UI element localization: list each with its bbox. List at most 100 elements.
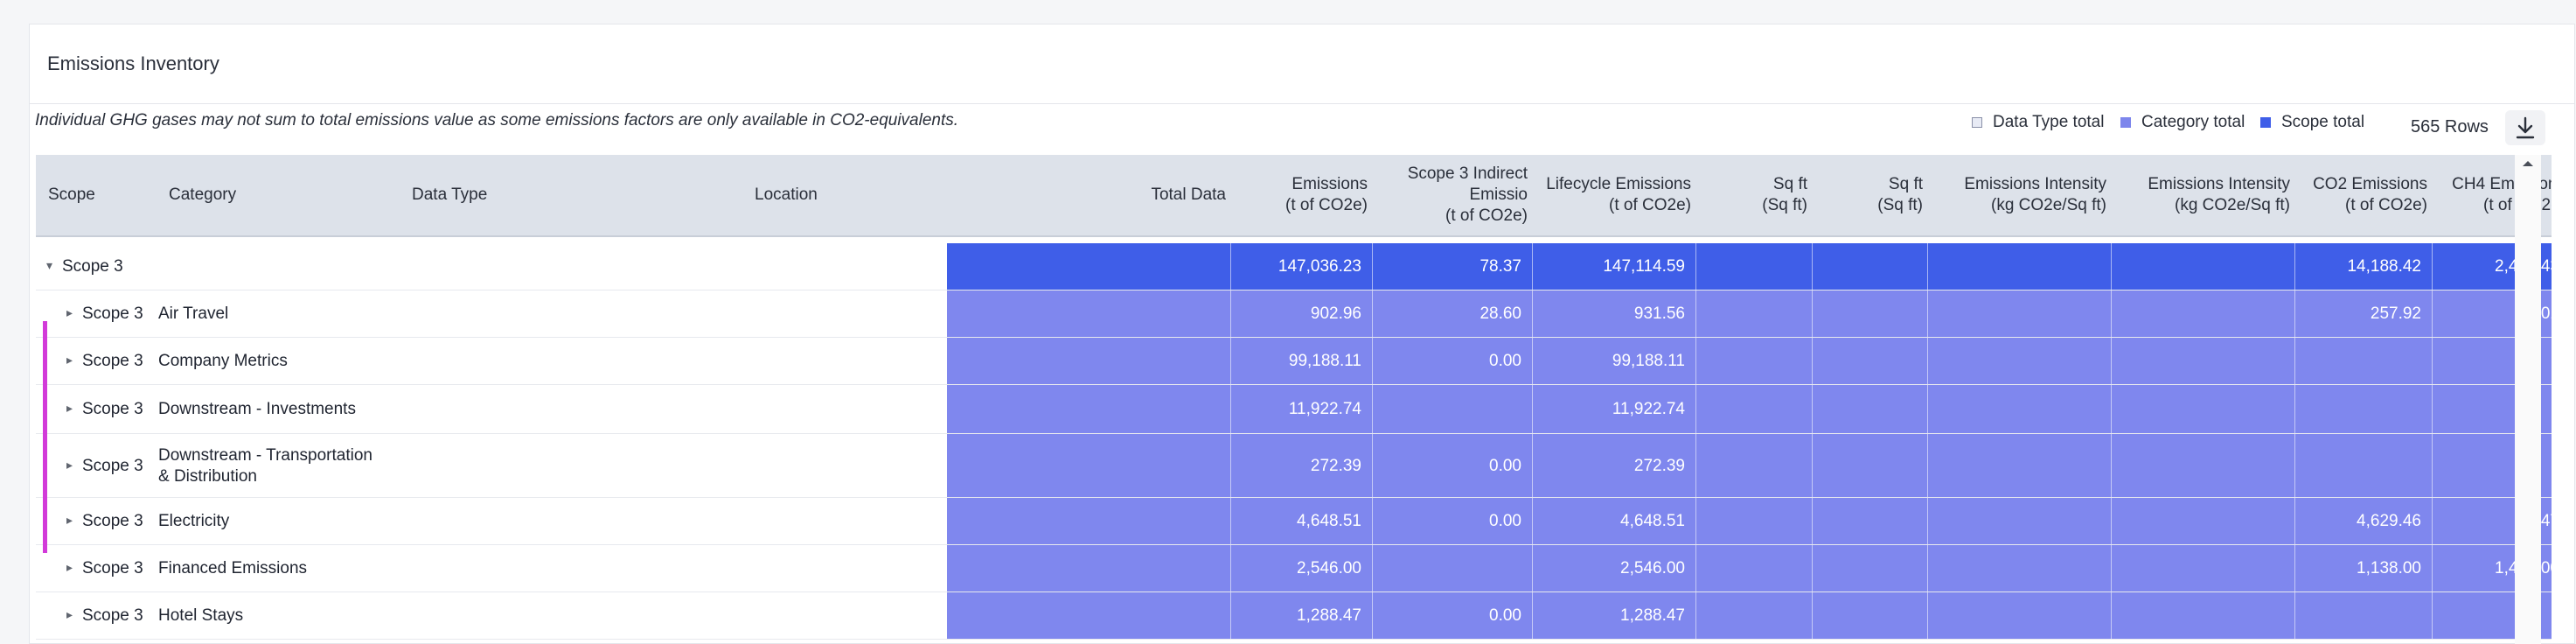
value-cell[interactable]: 99,188.11 (1533, 338, 1696, 385)
value-cell[interactable] (1696, 434, 1813, 498)
value-cell[interactable] (1928, 243, 2112, 290)
value-cell[interactable]: 2,546.00 (1533, 545, 1696, 592)
value-cell[interactable] (1813, 290, 1928, 338)
value-cell[interactable] (1696, 385, 1813, 434)
value-cell[interactable] (1928, 290, 2112, 338)
value-cell[interactable]: 0.00 (1373, 592, 1533, 640)
value-cell[interactable]: 4,629.46 (2295, 498, 2433, 545)
value-cell[interactable] (2112, 592, 2295, 640)
value-cell[interactable]: 4,648.51 (1231, 498, 1373, 545)
value-cell[interactable] (1813, 434, 1928, 498)
value-cell[interactable] (1696, 243, 1813, 290)
expand-caret-icon[interactable]: ▸ (66, 560, 73, 575)
value-cell[interactable]: 78.37 (1373, 243, 1533, 290)
value-cell[interactable]: 4,648.51 (1533, 498, 1696, 545)
value-cell[interactable] (1373, 385, 1533, 434)
scope-group-row[interactable]: 147,036.2378.37147,114.5914,188.422,471.… (36, 243, 2552, 290)
table-row[interactable]: 1,288.47 0.00 1,288.47 ▸ Scope 3 Hotel Stays (36, 592, 2552, 640)
value-cell[interactable]: 272.39 (1231, 434, 1373, 498)
scroll-up-arrow-icon[interactable] (2515, 155, 2541, 172)
expand-caret-icon[interactable]: ▸ (66, 305, 73, 320)
value-cell[interactable]: 11,922.74 (1533, 385, 1696, 434)
value-cell[interactable] (947, 498, 1231, 545)
value-cell[interactable] (2112, 498, 2295, 545)
value-cell[interactable] (1928, 338, 2112, 385)
value-cell[interactable] (2295, 338, 2433, 385)
value-cell[interactable]: 28.60 (1373, 290, 1533, 338)
column-header[interactable]: Emissions Intensity (kg CO2e/Sq ft) (2112, 155, 2295, 235)
value-cell[interactable] (2295, 592, 2433, 640)
vertical-scrollbar[interactable] (2515, 155, 2541, 644)
value-cell[interactable]: 1,138.00 (2295, 545, 2433, 592)
value-cell[interactable]: 0.00 (1373, 498, 1533, 545)
value-cell[interactable]: 0.00 (1373, 338, 1533, 385)
column-header[interactable]: Scope 3 Indirect Emissio (t of CO2e) (1373, 155, 1533, 235)
column-header[interactable]: Emissions (t of CO2e) (1231, 155, 1373, 235)
value-cell[interactable] (2295, 434, 2433, 498)
column-header[interactable]: Sq ft (Sq ft) (1696, 155, 1813, 235)
value-cell[interactable] (1928, 498, 2112, 545)
value-cell[interactable] (947, 243, 1231, 290)
value-cell[interactable] (2112, 290, 2295, 338)
value-cell[interactable]: 14,188.42 (2295, 243, 2433, 290)
expand-caret-icon[interactable]: ▸ (66, 513, 73, 528)
expand-caret-icon[interactable]: ▸ (66, 401, 73, 416)
value-cell[interactable] (2112, 434, 2295, 498)
value-cell[interactable] (947, 385, 1231, 434)
value-cell[interactable] (1928, 545, 2112, 592)
table-row[interactable]: 99,188.11 0.00 99,188.11 ▸ Scope 3 Company Me… (36, 338, 2552, 385)
value-cell[interactable]: 147,114.59 (1533, 243, 1696, 290)
value-cell[interactable] (2112, 545, 2295, 592)
value-cell[interactable]: 0.00 (1373, 434, 1533, 498)
value-cell[interactable] (1928, 385, 2112, 434)
column-header[interactable]: Lifecycle Emissions (t of CO2e) (1533, 155, 1696, 235)
column-header[interactable]: Category (164, 155, 407, 235)
value-cell[interactable] (1928, 592, 2112, 640)
value-cell[interactable] (1813, 243, 1928, 290)
column-header[interactable]: CO2 Emissions (t of CO2e) (2295, 155, 2433, 235)
value-cell[interactable] (1696, 592, 1813, 640)
value-cell[interactable] (1696, 545, 1813, 592)
column-header[interactable]: Sq ft (Sq ft) (1813, 155, 1928, 235)
column-header[interactable]: Emissions Intensity (kg CO2e/Sq ft) (1928, 155, 2112, 235)
value-cell[interactable] (947, 592, 1231, 640)
value-cell[interactable] (2112, 243, 2295, 290)
value-cell[interactable]: 2,546.00 (1231, 545, 1373, 592)
table-row[interactable]: 902.9628.60931.56257.920.01▸Scope 3Air T… (36, 290, 2552, 338)
value-cell[interactable] (1813, 545, 1928, 592)
column-header[interactable]: Scope (36, 155, 164, 235)
value-cell[interactable]: 1,288.47 (1533, 592, 1696, 640)
value-cell[interactable] (1696, 338, 1813, 385)
value-cell[interactable] (947, 338, 1231, 385)
value-cell[interactable] (947, 290, 1231, 338)
value-cell[interactable] (947, 545, 1231, 592)
value-cell[interactable] (1813, 338, 1928, 385)
expand-caret-icon[interactable]: ▸ (66, 353, 73, 368)
table-row[interactable]: 272.39 0.00 272.39 ▸ Scope 3 Downstream - Tra… (36, 434, 2552, 498)
table-row[interactable]: 4,648.510.004,648.514,629.467.47▸Scope 3… (36, 498, 2552, 545)
value-cell[interactable] (947, 434, 1231, 498)
column-header[interactable]: Total Data (947, 155, 1231, 235)
download-button[interactable] (2505, 110, 2545, 145)
value-cell[interactable] (1696, 498, 1813, 545)
column-header[interactable]: Location (749, 155, 947, 235)
value-cell[interactable] (2295, 385, 2433, 434)
value-cell[interactable] (1813, 498, 1928, 545)
value-cell[interactable] (1373, 545, 1533, 592)
value-cell[interactable] (2112, 338, 2295, 385)
value-cell[interactable] (1928, 434, 2112, 498)
value-cell[interactable] (2112, 385, 2295, 434)
value-cell[interactable]: 11,922.74 (1231, 385, 1373, 434)
value-cell[interactable]: 931.56 (1533, 290, 1696, 338)
value-cell[interactable]: 99,188.11 (1231, 338, 1373, 385)
value-cell[interactable] (1813, 592, 1928, 640)
value-cell[interactable]: 1,288.47 (1231, 592, 1373, 640)
value-cell[interactable] (1813, 385, 1928, 434)
table-row[interactable]: 11,922.74 11,922.74 ▸ Scope 3 Downstream - I… (36, 385, 2552, 434)
expand-caret-icon[interactable]: ▸ (66, 607, 73, 622)
value-cell[interactable]: 257.92 (2295, 290, 2433, 338)
value-cell[interactable]: 902.96 (1231, 290, 1373, 338)
value-cell[interactable]: 147,036.23 (1231, 243, 1373, 290)
table-row[interactable]: 2,546.002,546.001,138.001,400.00▸Scope 3… (36, 545, 2552, 592)
value-cell[interactable] (1696, 290, 1813, 338)
